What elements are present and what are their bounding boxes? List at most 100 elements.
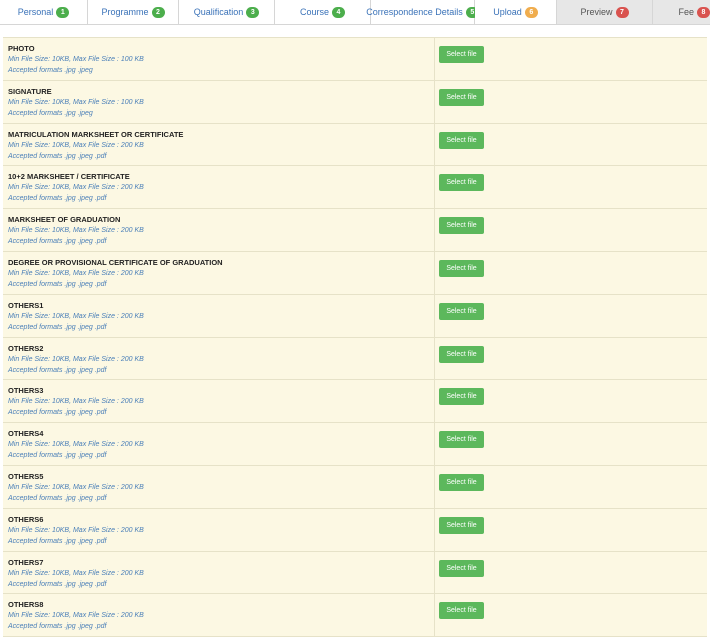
select-file-button[interactable]: Select file <box>439 46 484 63</box>
upload-action: Select file <box>435 295 707 337</box>
document-info: OTHERS1 Min File Size: 10KB, Max File Si… <box>3 294 435 337</box>
upload-row-others4: OTHERS4 Min File Size: 10KB, Max File Si… <box>3 423 707 466</box>
document-info: OTHERS4 Min File Size: 10KB, Max File Si… <box>3 423 435 465</box>
document-title: OTHERS6 <box>8 514 44 524</box>
upload-row-others2: OTHERS2 Min File Size: 10KB, Max File Si… <box>3 337 707 381</box>
upload-action: Select file <box>435 423 707 465</box>
document-title: OTHERS7 <box>8 557 44 567</box>
upload-action: Select file <box>435 509 707 551</box>
tab-label: Preview <box>580 7 613 17</box>
document-info: MATRICULATION MARKSHEET OR CERTIFICATE M… <box>3 123 435 166</box>
accepted-formats: Accepted formats .jpg .jpeg .pdf <box>8 409 107 417</box>
step-badge: 7 <box>615 6 629 18</box>
document-title: DEGREE OR PROVISIONAL CERTIFICATE OF GRA… <box>8 257 223 267</box>
tab-fee[interactable]: Fee 8 <box>653 0 710 24</box>
step-badge: 8 <box>697 6 710 18</box>
accepted-formats: Accepted formats .jpg .jpeg .pdf <box>8 452 107 460</box>
select-file-button[interactable]: Select file <box>439 345 484 363</box>
file-size-limits: Min File Size: 10KB, Max File Size : 200… <box>8 141 144 149</box>
select-file-button[interactable]: Select file <box>439 131 484 149</box>
document-title: OTHERS4 <box>8 429 44 439</box>
tab-personal[interactable]: Personal 1 <box>0 0 88 24</box>
step-tabs: Personal 1 Programme 2 Qualification 3 C… <box>0 0 710 25</box>
upload-row-others3: OTHERS3 Min File Size: 10KB, Max File Si… <box>3 380 707 424</box>
upload-row-photo: PHOTO Min File Size: 10KB, Max File Size… <box>3 38 707 81</box>
document-info: OTHERS7 Min File Size: 10KB, Max File Si… <box>3 551 435 594</box>
step-badge: 3 <box>246 6 260 18</box>
upload-row-others1: OTHERS1 Min File Size: 10KB, Max File Si… <box>3 294 707 338</box>
document-info: OTHERS6 Min File Size: 10KB, Max File Si… <box>3 508 435 551</box>
file-size-limits: Min File Size: 10KB, Max File Size : 200… <box>8 612 144 620</box>
accepted-formats: Accepted formats .jpg .jpeg .pdf <box>8 280 107 288</box>
upload-action: Select file <box>435 124 707 166</box>
select-file-button[interactable]: Select file <box>439 473 484 491</box>
document-info: 10+2 MARKSHEET / CERTIFICATE Min File Si… <box>3 166 435 209</box>
document-title: MARKSHEET OF GRADUATION <box>8 215 121 225</box>
tab-preview[interactable]: Preview 7 <box>557 0 653 24</box>
upload-row-graduation-marksheet: MARKSHEET OF GRADUATION Min File Size: 1… <box>3 209 707 252</box>
accepted-formats: Accepted formats .jpg .jpeg .pdf <box>8 152 107 160</box>
file-size-limits: Min File Size: 10KB, Max File Size : 200… <box>8 269 144 277</box>
accepted-formats: Accepted formats .jpg .jpeg .pdf <box>8 494 107 502</box>
tab-label: Personal <box>17 7 54 17</box>
tab-label: Programme <box>101 7 149 17</box>
tab-programme[interactable]: Programme 2 <box>88 0 179 24</box>
file-size-limits: Min File Size: 10KB, Max File Size : 200… <box>8 227 144 235</box>
upload-action: Select file <box>435 38 707 80</box>
upload-row-others8: OTHERS8 Min File Size: 10KB, Max File Si… <box>3 594 707 638</box>
file-size-limits: Min File Size: 10KB, Max File Size : 200… <box>8 483 144 491</box>
select-file-button[interactable]: Select file <box>439 559 484 577</box>
upload-action: Select file <box>435 466 707 508</box>
step-badge: 1 <box>56 6 70 18</box>
document-upload-table: PHOTO Min File Size: 10KB, Max File Size… <box>3 37 707 638</box>
upload-action: Select file <box>435 380 707 422</box>
accepted-formats: Accepted formats .jpg .jpeg .pdf <box>8 323 107 331</box>
step-badge: 2 <box>151 6 165 18</box>
document-title: PHOTO <box>8 44 35 53</box>
document-info: OTHERS2 Min File Size: 10KB, Max File Si… <box>3 337 435 380</box>
select-file-button[interactable]: Select file <box>439 88 484 106</box>
tab-correspondence-details[interactable]: Correspondence Details 5 <box>366 0 479 24</box>
document-info: MARKSHEET OF GRADUATION Min File Size: 1… <box>3 209 435 251</box>
upload-action: Select file <box>435 166 707 208</box>
accepted-formats: Accepted formats .jpg .jpeg <box>8 109 93 117</box>
select-file-button[interactable]: Select file <box>439 174 484 192</box>
accepted-formats: Accepted formats .jpg .jpeg .pdf <box>8 537 107 545</box>
upload-action: Select file <box>435 209 707 251</box>
select-file-button[interactable]: Select file <box>439 259 484 277</box>
select-file-button[interactable]: Select file <box>439 388 484 406</box>
accepted-formats: Accepted formats .jpg .jpeg .pdf <box>8 366 107 374</box>
upload-row-10-plus-2: 10+2 MARKSHEET / CERTIFICATE Min File Si… <box>3 166 707 210</box>
document-title: OTHERS3 <box>8 386 44 396</box>
file-size-limits: Min File Size: 10KB, Max File Size : 200… <box>8 398 144 406</box>
tab-qualification[interactable]: Qualification 3 <box>179 0 275 24</box>
select-file-button[interactable]: Select file <box>439 516 484 534</box>
document-info: SIGNATURE Min File Size: 10KB, Max File … <box>3 80 435 123</box>
accepted-formats: Accepted formats .jpg .jpeg .pdf <box>8 623 107 631</box>
upload-row-others5: OTHERS5 Min File Size: 10KB, Max File Si… <box>3 465 707 509</box>
select-file-button[interactable]: Select file <box>439 431 484 449</box>
tab-label: Qualification <box>193 7 244 17</box>
select-file-button[interactable]: Select file <box>439 602 484 620</box>
tab-upload[interactable]: Upload 6 <box>475 0 557 24</box>
accepted-formats: Accepted formats .jpg .jpeg .pdf <box>8 580 107 588</box>
document-title: OTHERS2 <box>8 343 44 353</box>
document-title: SIGNATURE <box>8 86 52 96</box>
tab-course[interactable]: Course 4 <box>275 0 371 24</box>
upload-action: Select file <box>435 81 707 123</box>
upload-row-signature: SIGNATURE Min File Size: 10KB, Max File … <box>3 80 707 124</box>
tab-label: Correspondence Details <box>366 7 463 17</box>
step-badge: 4 <box>332 6 345 18</box>
select-file-button[interactable]: Select file <box>439 302 484 320</box>
document-info: OTHERS5 Min File Size: 10KB, Max File Si… <box>3 465 435 508</box>
document-title: OTHERS5 <box>8 471 44 481</box>
file-size-limits: Min File Size: 10KB, Max File Size : 200… <box>8 312 144 320</box>
upload-row-degree-certificate: DEGREE OR PROVISIONAL CERTIFICATE OF GRA… <box>3 251 707 295</box>
upload-action: Select file <box>435 252 707 294</box>
tab-label: Fee <box>678 7 694 17</box>
document-title: OTHERS1 <box>8 300 44 310</box>
select-file-button[interactable]: Select file <box>439 217 484 235</box>
document-info: PHOTO Min File Size: 10KB, Max File Size… <box>3 38 435 80</box>
tab-label: Course <box>299 7 329 17</box>
file-size-limits: Min File Size: 10KB, Max File Size : 200… <box>8 526 144 534</box>
